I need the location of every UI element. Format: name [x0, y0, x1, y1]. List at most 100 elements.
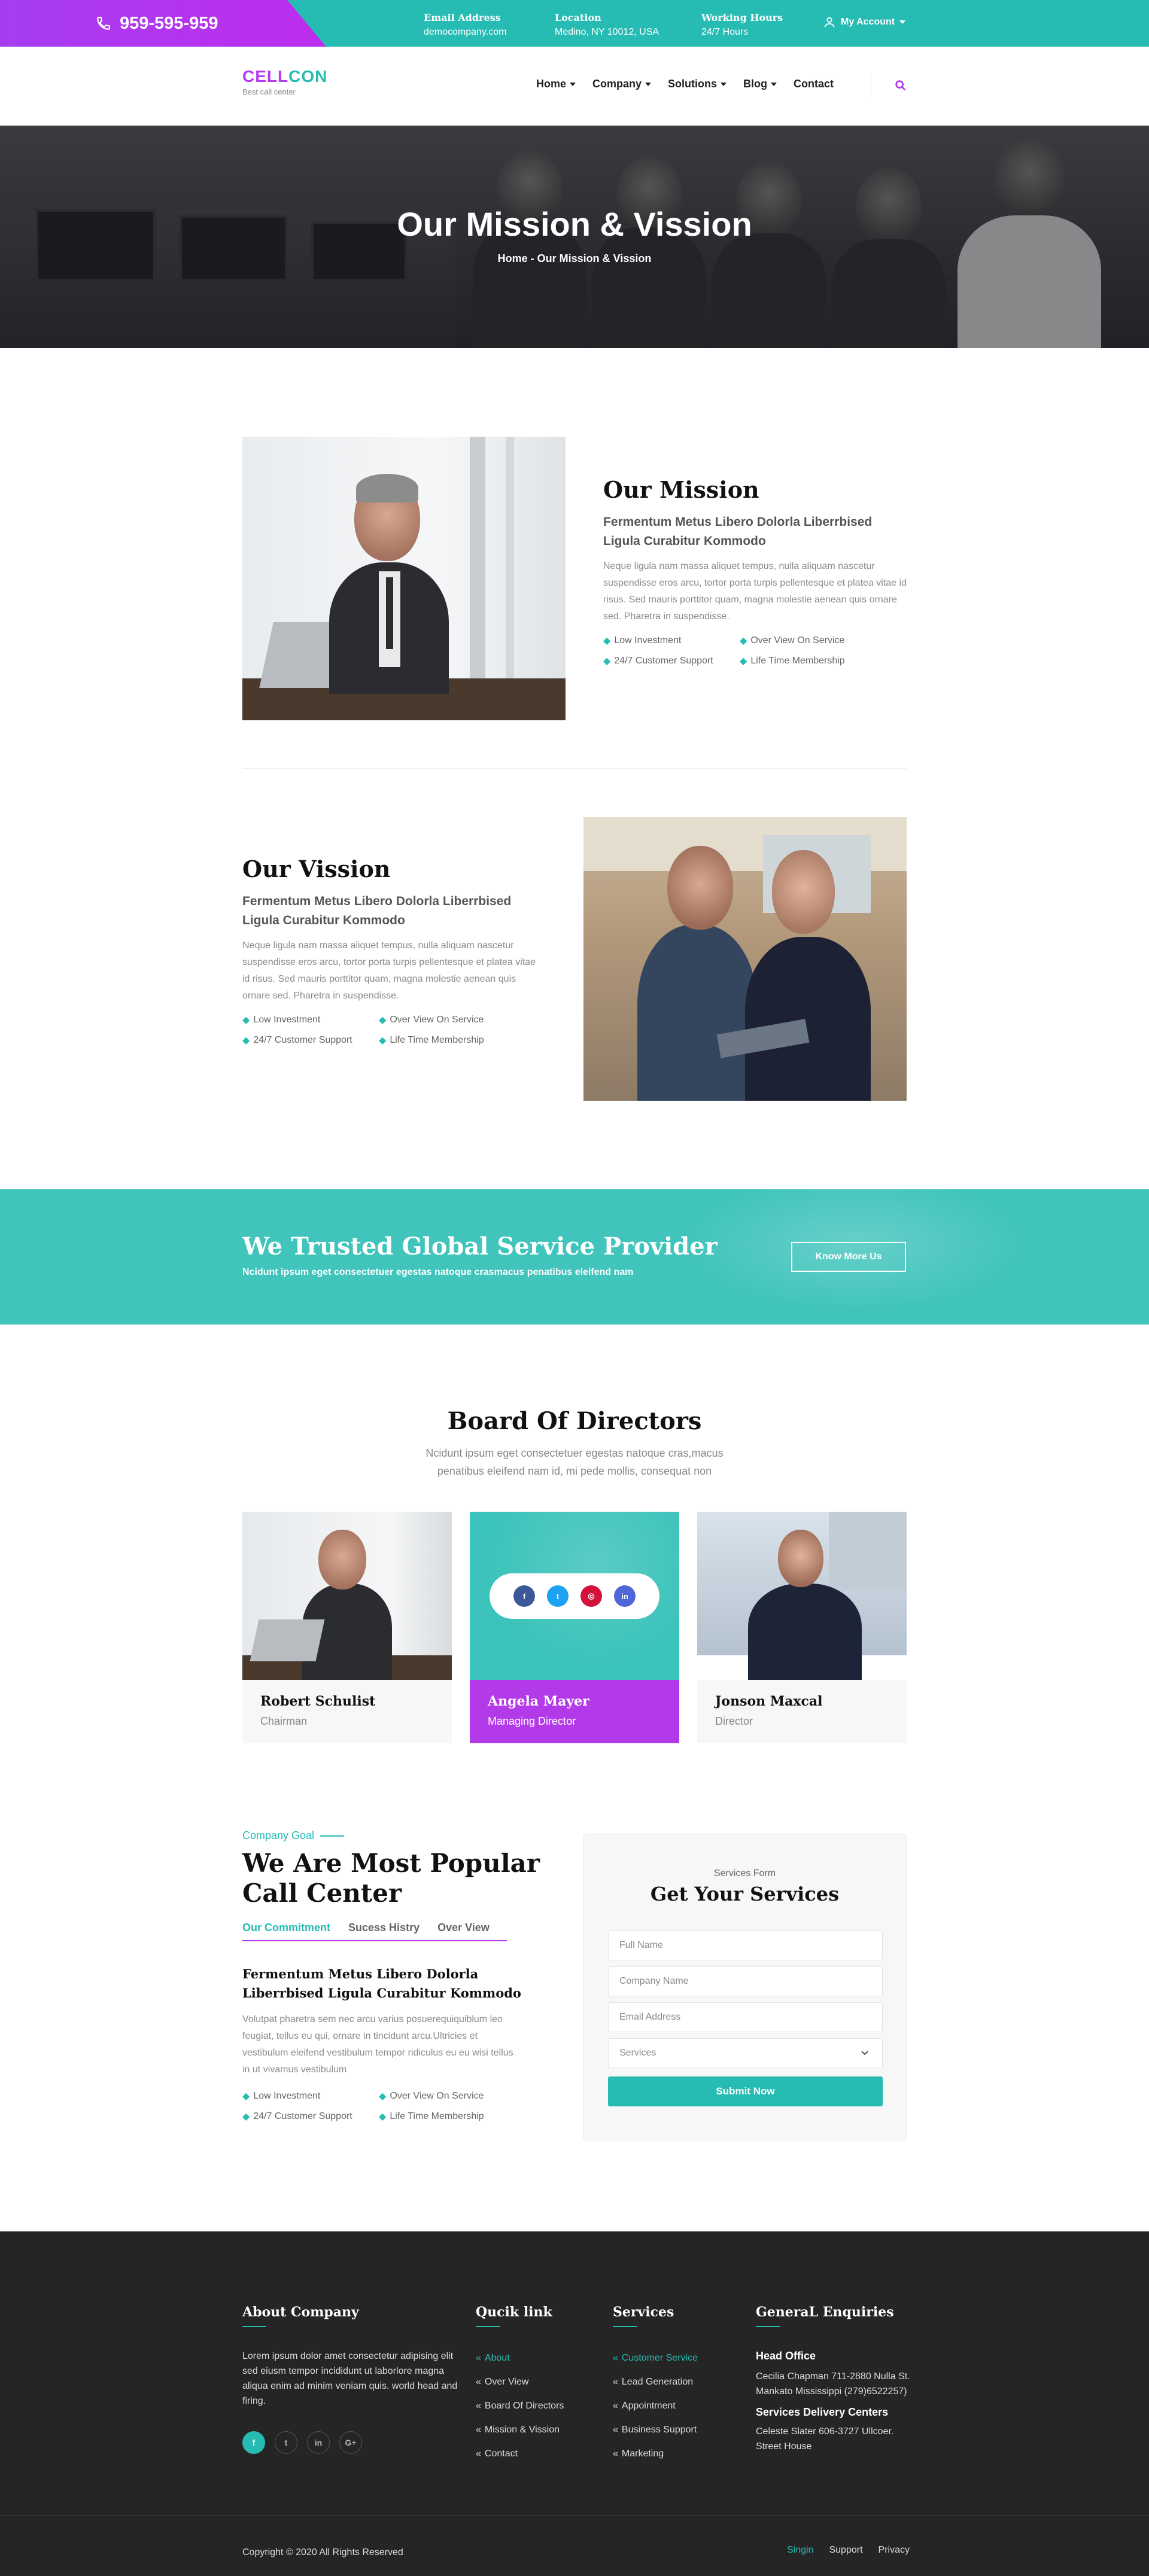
breadcrumb-home[interactable]: Home	[498, 252, 528, 264]
feature-label: Low Investment	[253, 1015, 321, 1025]
signin-link[interactable]: Singin	[787, 2545, 813, 2556]
nav-item-home[interactable]: Home	[536, 78, 576, 90]
instagram-icon[interactable]: ◎	[580, 1585, 602, 1607]
chevron-down-icon	[861, 2051, 868, 2056]
breadcrumb: Home - Our Mission & Vission	[0, 252, 1149, 265]
company-name-field[interactable]: Company Name	[608, 1966, 883, 1996]
cta-banner: We Trusted Global Service Provider Ncidu…	[0, 1189, 1149, 1324]
tab-our-commitment[interactable]: Our Commitment	[242, 1922, 330, 1934]
footer-services-links: «Customer Service «Lead Generation «Appo…	[613, 2346, 698, 2466]
email-label: Email Address	[424, 12, 501, 23]
footer-link[interactable]: «Over View	[476, 2370, 564, 2394]
main-nav: CELLCON Best call center Home Company So…	[0, 47, 1149, 126]
director-card[interactable]: Robert Schulist Chairman	[242, 1512, 452, 1743]
chevron-down-icon	[721, 82, 727, 86]
feature-item: ◆ 24/7 Customer Support	[603, 655, 740, 667]
director-photo	[697, 1512, 907, 1680]
footer-link[interactable]: «Marketing	[613, 2442, 698, 2466]
shield-check-icon: ◆	[379, 2112, 387, 2122]
feature-item: ◆ Over View On Service	[379, 2090, 515, 2102]
footer-link[interactable]: «Mission & Vission	[476, 2418, 564, 2442]
mission-features: ◆ Low Investment ◆ Over View On Service ◆ 2…	[603, 635, 907, 667]
footer-link-label: Customer Service	[621, 2353, 698, 2363]
nav-item-blog[interactable]: Blog	[743, 78, 777, 90]
footer-quick-links: «About «Over View «Board Of Directors «M…	[476, 2346, 564, 2466]
twitter-icon[interactable]: t	[275, 2431, 297, 2454]
nav-item-contact[interactable]: Contact	[794, 78, 834, 90]
submit-button[interactable]: Submit Now	[608, 2076, 883, 2106]
director-card[interactable]: Jonson Maxcal Director	[697, 1512, 907, 1743]
nav-item-label: Blog	[743, 78, 768, 90]
feature-item: ◆ 24/7 Customer Support	[242, 2111, 379, 2123]
mission-photo	[242, 437, 566, 720]
vission-title: Our Vission	[242, 855, 391, 882]
my-account-menu[interactable]: My Account	[823, 16, 906, 29]
shield-check-icon: ◆	[379, 2091, 387, 2102]
chevron-down-icon	[570, 82, 576, 86]
tab-sucess-histry[interactable]: Sucess Histry	[348, 1922, 420, 1934]
goal-title: We Are Most Popular Call Center	[242, 1849, 540, 1908]
feature-item: ◆ Life Time Membership	[379, 2111, 515, 2123]
phone-box[interactable]: 959-595-959	[0, 0, 326, 47]
linkedin-icon[interactable]: in	[614, 1585, 636, 1607]
banner-text: Ncidunt ipsum eget consectetuer egestas …	[242, 1267, 634, 1277]
breadcrumb-current: Our Mission & Vission	[537, 252, 652, 264]
phone-icon	[97, 17, 110, 30]
breadcrumb-separator: -	[527, 252, 537, 264]
google-plus-icon[interactable]: G+	[339, 2431, 362, 2454]
goal-features: ◆ Low Investment ◆ Over View On Service ◆ 2…	[242, 2090, 515, 2123]
footer-link[interactable]: «Board Of Directors	[476, 2394, 564, 2418]
board-subtitle-line: Ncidunt ipsum eget consectetuer egestas …	[425, 1447, 724, 1459]
know-more-button[interactable]: Know More Us	[791, 1242, 906, 1272]
search-button[interactable]	[894, 79, 907, 95]
double-chevron-icon: «	[613, 2353, 618, 2363]
feature-item: ◆ Low Investment	[242, 1014, 379, 1026]
director-social-links: f t ◎ in	[490, 1573, 659, 1619]
facebook-icon[interactable]: f	[242, 2431, 265, 2454]
footer-link[interactable]: «About	[476, 2346, 564, 2370]
vission-content: Our Vission Fermentum Metus Libero Dolor…	[242, 855, 542, 1046]
email-field[interactable]: Email Address	[608, 2002, 883, 2032]
top-bar: 959-595-959 Email Address democompany.co…	[0, 0, 1149, 47]
facebook-icon[interactable]: f	[513, 1585, 535, 1607]
shield-check-icon: ◆	[379, 1015, 387, 1025]
services-select[interactable]: Services	[608, 2038, 883, 2068]
delivery-centers-title: Services Delivery Centers	[756, 2406, 889, 2418]
footer-link[interactable]: «Contact	[476, 2442, 564, 2466]
support-link[interactable]: Support	[829, 2545, 862, 2556]
privacy-link[interactable]: Privacy	[879, 2545, 910, 2556]
footer-link[interactable]: «Appointment	[613, 2394, 698, 2418]
footer-quick-title: Qucik link	[476, 2304, 552, 2327]
nav-item-company[interactable]: Company	[592, 78, 652, 90]
footer-bottom-links: Singin Support Privacy	[787, 2545, 910, 2556]
footer-link[interactable]: «Lead Generation	[613, 2370, 698, 2394]
feature-label: Over View On Service	[390, 2091, 484, 2101]
footer-link[interactable]: «Business Support	[613, 2418, 698, 2442]
logo-main: CELL	[242, 67, 289, 86]
double-chevron-icon: «	[476, 2353, 481, 2363]
mission-subtitle: Fermentum Metus Libero Dolorla Liberrbis…	[603, 515, 873, 548]
footer-link[interactable]: «Customer Service	[613, 2346, 698, 2370]
feature-label: Over View On Service	[390, 1015, 484, 1025]
double-chevron-icon: «	[476, 2401, 481, 2411]
director-card[interactable]: f t ◎ in Angela Mayer Managing Director	[470, 1512, 679, 1743]
board-title: Board Of Directors	[447, 1407, 702, 1435]
footer-about-text: Lorem ipsum dolor amet consectetur adipi…	[242, 2351, 458, 2406]
twitter-icon[interactable]: t	[547, 1585, 569, 1607]
hours-label: Working Hours	[701, 12, 783, 23]
nav-item-solutions[interactable]: Solutions	[668, 78, 727, 90]
feature-item: ◆ Life Time Membership	[379, 1034, 515, 1046]
footer-about-title: About Company	[242, 2304, 359, 2327]
linkedin-icon[interactable]: in	[307, 2431, 330, 2454]
email-info: Email Address democompany.com	[424, 11, 506, 39]
feature-item: ◆ 24/7 Customer Support	[242, 1034, 379, 1046]
vission-subtitle: Fermentum Metus Libero Dolorla Liberrbis…	[242, 894, 512, 927]
email-value[interactable]: democompany.com	[424, 27, 506, 37]
tab-over-view[interactable]: Over View	[437, 1922, 490, 1934]
full-name-field[interactable]: Full Name	[608, 1931, 883, 1960]
feature-label: Life Time Membership	[390, 2111, 484, 2121]
goal-title-line: Call Center	[242, 1878, 402, 1908]
chevron-down-icon	[645, 82, 652, 86]
footer-link-label: Contact	[484, 2449, 518, 2459]
logo[interactable]: CELLCON Best call center	[242, 67, 327, 96]
